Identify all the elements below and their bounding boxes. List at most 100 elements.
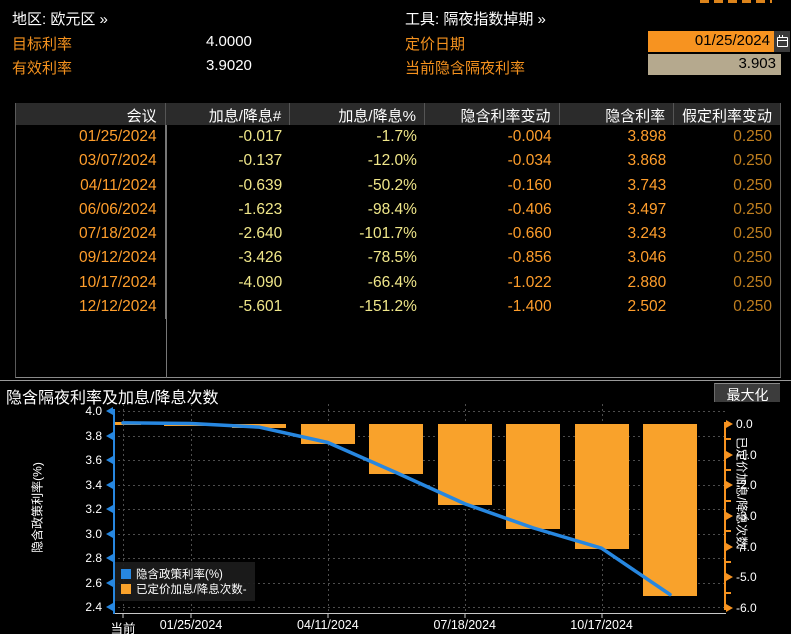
left-tick-label: 2.6: [85, 575, 102, 590]
left-tick-label: 3.8: [85, 428, 102, 443]
table-cell: -3.426: [238, 249, 283, 267]
table-cell: 3.243: [627, 225, 667, 243]
meeting-date-cell[interactable]: 01/25/2024: [16, 125, 166, 150]
meeting-date-cell[interactable]: 12/12/2024: [16, 295, 166, 320]
tool-selector[interactable]: 工具: 隔夜指数掉期 »: [405, 8, 546, 29]
table-cell: -0.856: [507, 249, 552, 267]
table-cell: -98.4%: [367, 200, 417, 218]
x-axis-label: 10/17/2024: [570, 618, 633, 632]
table-cell: 0.250: [733, 273, 772, 291]
chart-panel: 隐含隔夜利率及加息/降息次数 最大化 隐含政策利率(%) 已定价加息/降息次数-…: [0, 380, 791, 634]
pricing-date-input[interactable]: 01/25/2024: [648, 31, 774, 52]
table-cell: 0.250: [733, 176, 772, 194]
meeting-date-cell[interactable]: 06/06/2024: [16, 197, 166, 223]
meeting-date-cell[interactable]: 07/18/2024: [16, 222, 166, 247]
column-header: 会议: [16, 103, 166, 125]
current-implied-rate-field[interactable]: 3.903: [648, 54, 781, 75]
table-cell: 3.898: [627, 128, 667, 145]
column-header: 隐含利率变动: [425, 103, 560, 125]
table-cell: 3.743: [627, 176, 667, 194]
table-cell: -0.004: [507, 128, 552, 145]
table-cell: 0.250: [733, 225, 772, 243]
meeting-date-cell[interactable]: 04/11/2024: [16, 173, 166, 198]
right-minor-tick: [726, 438, 731, 441]
left-tick-icon: [106, 480, 113, 489]
right-tick-label: -6.0: [736, 601, 757, 615]
table-cell: -1.022: [507, 273, 552, 291]
table-cell: 3.046: [627, 249, 667, 267]
left-tick-label: 3.6: [85, 453, 102, 467]
x-axis-label: 04/11/2024: [297, 618, 359, 632]
table-cell: -0.406: [507, 200, 552, 218]
legend-label: 隐含政策利率(%): [136, 568, 223, 581]
table-cell: -0.639: [238, 176, 283, 194]
table-cell: -5.601: [238, 298, 283, 316]
left-tick-label: 3.4: [85, 477, 102, 492]
table-cell: -50.2%: [367, 176, 417, 194]
table-row: 10/17/2024 -4.090 -66.4% -1.022 2.880 0.250: [16, 270, 780, 296]
left-tick-label: 2.4: [85, 600, 102, 614]
calendar-icon[interactable]: [774, 31, 790, 52]
right-minor-tick: [726, 469, 731, 471]
right-tick-icon: [726, 512, 733, 520]
table-cell: -1.623: [238, 200, 283, 218]
column-divider: [166, 125, 167, 378]
target-rate-label: 目标利率: [12, 36, 73, 53]
table-cell: -151.2%: [359, 298, 417, 316]
meeting-date-cell[interactable]: 03/07/2024: [16, 149, 166, 174]
column-header: 假定利率变动: [681, 108, 772, 125]
table-cell: -0.137: [238, 152, 283, 170]
left-tick-icon: [106, 431, 113, 440]
effective-rate-value: 3.9020: [206, 57, 252, 74]
table-cell: -4.090: [238, 273, 283, 291]
legend-item-line: 隐含政策利率(%): [121, 566, 247, 581]
top-bar: 地区: 欧元区 » 工具: 隔夜指数掉期 » 目标利率 4.0000 定价日期 …: [0, 0, 791, 100]
table-row: 06/06/2024 -1.623 -98.4% -0.406 3.497 0.250: [16, 197, 780, 223]
column-header: 隐含利率: [560, 103, 675, 125]
table-cell: -66.4%: [367, 273, 417, 291]
meeting-date-cell[interactable]: 09/12/2024: [16, 246, 166, 271]
table-cell: 0.250: [733, 200, 772, 218]
table-cell: -1.400: [507, 298, 552, 316]
right-minor-tick: [726, 530, 731, 533]
chart-legend: 隐含政策利率(%) 已定价加息/降息次数-: [115, 562, 255, 601]
x-axis-tick: [464, 614, 466, 618]
x-axis-tick: [122, 614, 124, 618]
left-axis-label: 隐含政策利率(%): [30, 462, 45, 553]
table-row: 07/18/2024 -2.640 -101.7% -0.660 3.243 0.250: [16, 222, 780, 247]
left-tick-icon: [106, 505, 113, 513]
maximize-button[interactable]: 最大化: [714, 383, 780, 403]
table-cell: -0.160: [507, 176, 552, 194]
table-cell: -0.017: [238, 128, 283, 145]
table-cell: -0.660: [507, 225, 552, 243]
plot-area: 隐含政策利率(%) 已定价加息/降息次数-: [113, 404, 726, 614]
right-tick-icon: [726, 573, 733, 582]
column-header: 加息/降息%: [290, 103, 425, 125]
clipped-text-fragment: [700, 0, 772, 3]
column-header: 加息/降息#: [166, 103, 291, 125]
right-tick-icon: [726, 420, 733, 428]
x-axis-label: 当前: [110, 622, 136, 634]
table-row: 12/12/2024 -5.601 -151.2% -1.400 2.502 0.250: [16, 295, 780, 320]
right-minor-tick: [726, 499, 731, 502]
left-tick-icon: [106, 407, 113, 415]
right-tick-icon: [726, 604, 733, 612]
table-cell: 0.250: [733, 152, 772, 170]
table-cell: 2.880: [627, 273, 667, 291]
x-axis-label: 01/25/2024: [159, 618, 223, 632]
region-selector[interactable]: 地区: 欧元区 »: [12, 8, 108, 29]
x-axis-tick: [327, 614, 329, 618]
table-header-row: 会议 加息/降息# 加息/降息% 隐含利率变动 隐含利率 假定利率变动: [16, 103, 780, 125]
right-tick-label: -5.0: [736, 570, 757, 585]
left-tick-icon: [106, 578, 113, 587]
table-row: 03/07/2024 -0.137 -12.0% -0.034 3.868 0.250: [16, 149, 780, 174]
meeting-date-cell[interactable]: 10/17/2024: [16, 270, 166, 296]
table-cell: 2.502: [627, 298, 667, 316]
right-axis-label: 已定价加息/降息次数-: [734, 436, 749, 553]
right-tick-icon: [726, 450, 733, 459]
table-row: 04/11/2024 -0.639 -50.2% -0.160 3.743 0.250: [16, 173, 780, 198]
left-tick-label: 3.0: [85, 526, 102, 541]
table-cell: 3.868: [627, 152, 667, 170]
left-tick-icon: [106, 456, 113, 464]
table-row: 09/12/2024 -3.426 -78.5% -0.856 3.046 0.250: [16, 246, 780, 271]
